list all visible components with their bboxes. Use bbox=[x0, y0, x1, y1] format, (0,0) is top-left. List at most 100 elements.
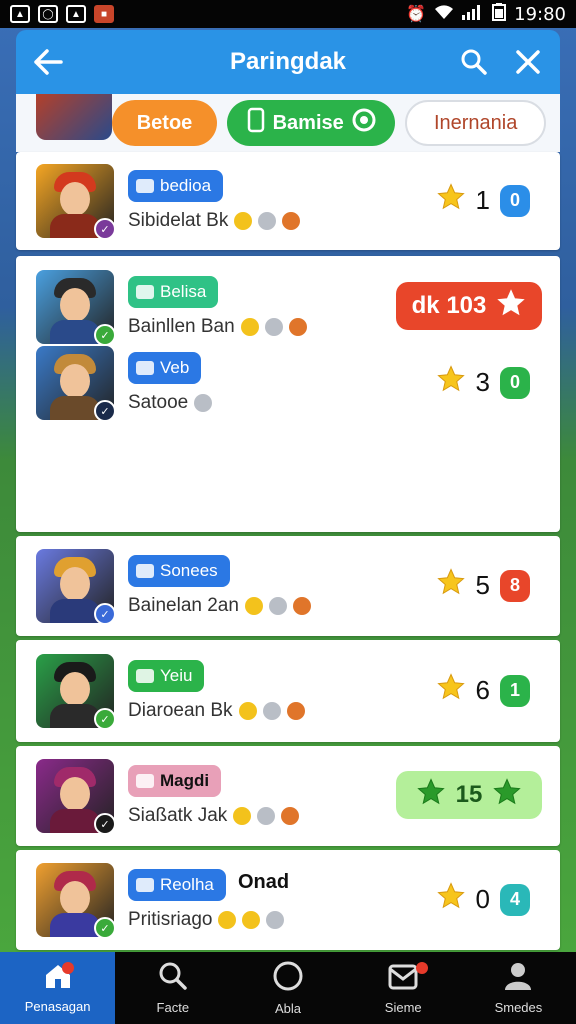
nav-search[interactable]: Facte bbox=[115, 952, 230, 1024]
badge-icon bbox=[240, 318, 259, 336]
alarm-icon: ⏰ bbox=[406, 6, 427, 23]
score-value: 15 bbox=[455, 781, 483, 808]
badge-icon bbox=[268, 597, 287, 615]
wifi-icon bbox=[434, 4, 454, 25]
circle-icon bbox=[272, 960, 304, 995]
level-badge-icon: ✓ bbox=[94, 324, 116, 346]
player-card[interactable]: ✓ Yeiu Diaroean Bk 6 1 bbox=[16, 640, 560, 742]
star-icon bbox=[496, 288, 526, 325]
clock: 19:80 bbox=[514, 3, 566, 25]
notification-dot bbox=[415, 962, 428, 974]
player-subtitle-text: Sibidelat Bk bbox=[128, 210, 229, 231]
player-subtitle-text: Bainelan 2an bbox=[128, 595, 239, 616]
player-card[interactable]: ✓ Reolha Onad Pritisriago 0 4 bbox=[16, 850, 560, 950]
score: 58 bbox=[436, 567, 530, 604]
target-icon bbox=[352, 108, 376, 138]
image-notification-icon: ▲ bbox=[10, 5, 30, 23]
filter-row: Betoe Bamise Inernania bbox=[16, 94, 560, 152]
player-tag-label: Belisa bbox=[160, 282, 207, 301]
player-subtitle: Pritisriago bbox=[128, 909, 285, 931]
player-tag-label: Yeiu bbox=[160, 666, 193, 685]
close-icon[interactable] bbox=[510, 44, 546, 80]
badge-icon bbox=[218, 911, 237, 929]
filter-chip-inernania[interactable]: Inernania bbox=[405, 100, 546, 146]
search-icon bbox=[158, 961, 188, 994]
game-notification-icon: ■ bbox=[94, 5, 114, 23]
score-value: 0 bbox=[475, 884, 490, 914]
nav-label: Facte bbox=[156, 1000, 190, 1015]
badge-icon bbox=[234, 212, 253, 230]
level-badge-icon: ✓ bbox=[94, 917, 116, 939]
badge-icon bbox=[238, 702, 257, 720]
star-icon bbox=[436, 672, 466, 709]
score-pill: 4 bbox=[500, 883, 530, 916]
badge-icon bbox=[286, 702, 305, 720]
level-badge-icon: ✓ bbox=[94, 603, 116, 625]
player-tag-label: Reolha bbox=[160, 875, 214, 894]
player-subtitle-text: Bainllen Ban bbox=[128, 316, 235, 337]
photo-notification-icon: ▲ bbox=[66, 5, 86, 23]
nav-home[interactable]: Penasagan bbox=[0, 952, 116, 1024]
score-pill: 0 bbox=[500, 366, 530, 399]
star-icon bbox=[436, 182, 466, 219]
tag-icon bbox=[136, 179, 154, 193]
score-pill: 0 bbox=[500, 184, 530, 217]
player-tag: Veb bbox=[128, 352, 202, 384]
score-value: dk 103 bbox=[411, 292, 487, 319]
player-card[interactable]: ✓ bedioa Sibidelat Bk 1 0 bbox=[16, 152, 560, 250]
filter-chip-label: Bamise bbox=[272, 111, 344, 134]
player-tag: Magdi bbox=[128, 765, 222, 797]
score: 30 bbox=[436, 364, 530, 401]
tag-icon bbox=[136, 669, 154, 683]
score-box[interactable]: 15 bbox=[396, 771, 542, 819]
player-tag-label: Magdi bbox=[160, 771, 210, 790]
search-icon[interactable] bbox=[456, 44, 492, 80]
tag-icon bbox=[136, 564, 154, 578]
level-badge-icon: ✓ bbox=[94, 400, 116, 422]
badge-icon bbox=[242, 911, 261, 929]
badge-icon bbox=[233, 807, 252, 825]
star-icon bbox=[436, 881, 466, 918]
tag-icon bbox=[136, 285, 154, 299]
score-value: 6 bbox=[475, 675, 490, 705]
player-card[interactable]: ✓ Magdi Siaßatk Jak 15 bbox=[16, 746, 560, 846]
player-card[interactable]: ✓ Belisa Bainllen Ban dk 103 ✓ Veb Satooe 3 0 bbox=[16, 256, 560, 532]
level-badge-icon: ✓ bbox=[94, 813, 116, 835]
player-subtitle: Bainelan 2an bbox=[128, 595, 311, 617]
badge-icon bbox=[194, 394, 213, 412]
filter-chip-bamise[interactable]: Bamise bbox=[227, 100, 396, 146]
nav-profile[interactable]: Smedes bbox=[461, 952, 576, 1024]
player-subtitle: Siaßatk Jak bbox=[128, 805, 300, 827]
player-card[interactable]: ✓ Sonees Bainelan 2an 5 8 bbox=[16, 536, 560, 636]
level-badge-icon: ✓ bbox=[94, 708, 116, 730]
nav-label: Sieme bbox=[384, 1000, 422, 1015]
badge-icon bbox=[292, 597, 311, 615]
player-tag: bedioa bbox=[128, 170, 224, 202]
score-pill: 1 bbox=[500, 674, 530, 707]
player-subtitle-text: Pritisriago bbox=[128, 909, 213, 930]
player-subtitle: Bainllen Ban bbox=[128, 316, 307, 338]
badge-icon bbox=[258, 212, 277, 230]
score: 04 bbox=[436, 881, 530, 918]
back-arrow-icon[interactable] bbox=[30, 44, 66, 80]
player-tag: Belisa bbox=[128, 276, 219, 308]
score-value: 5 bbox=[475, 570, 490, 600]
nav-abla[interactable]: Abla bbox=[230, 952, 345, 1024]
star-icon bbox=[436, 364, 466, 401]
score: 61 bbox=[436, 672, 530, 709]
nav-inbox[interactable]: Sieme bbox=[346, 952, 461, 1024]
tag-icon bbox=[136, 774, 154, 788]
player-subtitle-text: Siaßatk Jak bbox=[128, 805, 228, 826]
player-subtitle: Satooe bbox=[128, 392, 213, 414]
score-box[interactable]: dk 103 bbox=[396, 282, 542, 330]
star-icon bbox=[492, 777, 522, 814]
score-value: 3 bbox=[475, 367, 490, 397]
person-icon bbox=[503, 961, 533, 994]
score-pill: 8 bbox=[500, 569, 530, 602]
badge-icon bbox=[282, 212, 301, 230]
badge-icon bbox=[266, 911, 285, 929]
notification-dot bbox=[62, 962, 74, 974]
player-subtitle-text: Satooe bbox=[128, 392, 189, 413]
filter-chip-betoe[interactable]: Betoe bbox=[112, 100, 218, 146]
player-tag: Yeiu bbox=[128, 660, 205, 692]
